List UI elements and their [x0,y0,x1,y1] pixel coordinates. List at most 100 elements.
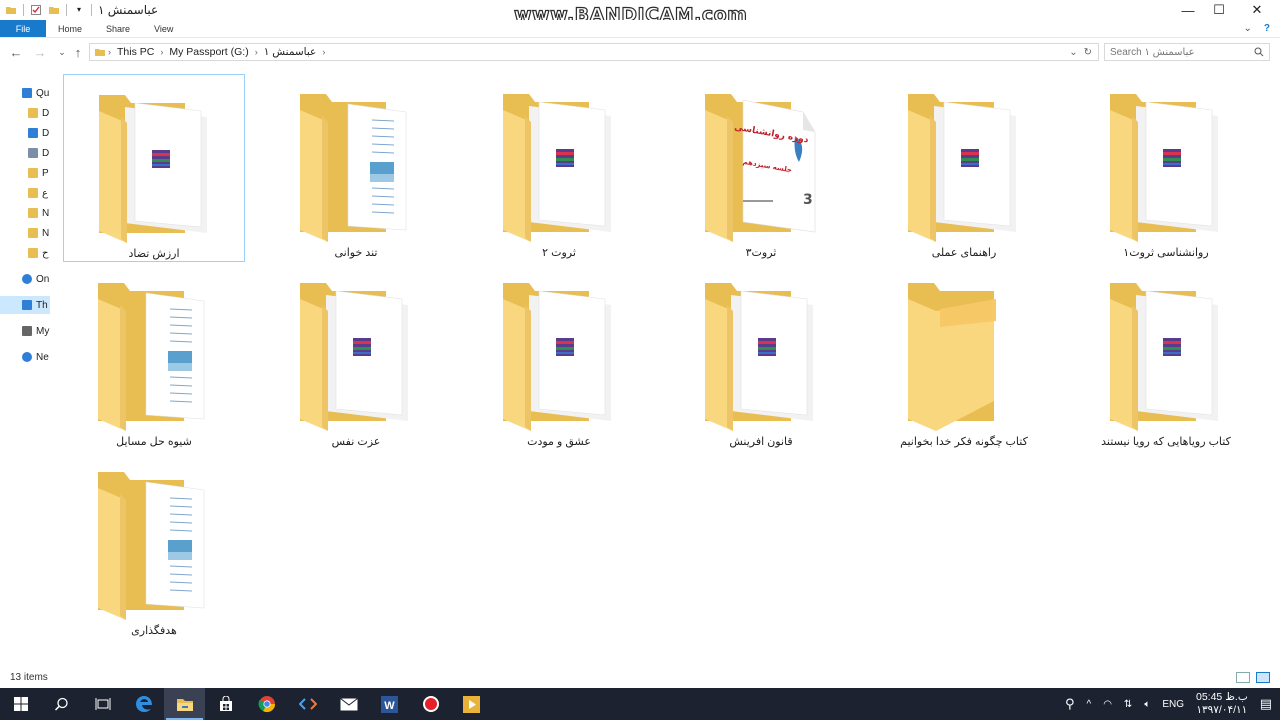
nav-item[interactable]: ع [0,184,50,202]
refresh-icon[interactable]: ↻ [1084,47,1092,58]
folder-icon [28,208,38,218]
tab-view[interactable]: View [142,20,185,37]
large-icons-view-icon[interactable] [1256,671,1270,683]
breadcrumb-current-folder[interactable]: عباسمنش ۱ [264,46,317,58]
folder-item[interactable]: راهنمای عملی [873,74,1055,262]
mail-icon [339,697,358,710]
folder-item[interactable]: قانون افرینش [670,263,852,451]
chevron-right-icon[interactable]: › [255,47,258,57]
toolbar-divider [23,4,24,16]
folder-icon [6,7,16,14]
chevron-right-icon[interactable]: › [322,47,325,57]
customize-dropdown-icon[interactable]: ▾ [73,4,85,16]
folder-name: کتاب رویاهایی که رویا نیستند [1101,436,1231,448]
nav-item[interactable]: D [0,124,50,142]
folder-item[interactable]: تند خوانی [265,74,447,262]
task-view-button[interactable] [82,688,123,720]
expand-ribbon-icon[interactable]: ⌄ [1244,23,1252,34]
tab-file[interactable]: File [0,20,46,37]
address-tail: ⌄ ↻ [1069,47,1098,58]
breadcrumb-drive[interactable]: My Passport (G:) [169,46,248,58]
chevron-up-icon[interactable]: ^ [1086,699,1091,710]
nav-item-label: P [42,167,49,179]
onedrive-icon [22,274,32,284]
details-view-icon[interactable] [1236,671,1250,683]
tab-home[interactable]: Home [46,20,94,37]
nav-item[interactable]: N [0,224,50,242]
taskbar-search-button[interactable] [41,688,82,720]
forward-button[interactable]: → [30,42,50,62]
taskbar-mail[interactable] [328,688,369,720]
back-button[interactable]: ← [6,42,26,62]
edge-icon [135,696,152,712]
item-count: 13 items [10,671,48,683]
nav-item[interactable]: Ne [0,348,50,366]
drive-icon [22,326,32,336]
language-indicator[interactable]: ENG [1162,699,1184,710]
taskbar-file-explorer[interactable] [164,688,205,720]
title-bar: ▾ عباسمنش ۱ www.BANDICAM.com — ☐ ✕ [0,0,1280,27]
nav-item[interactable]: N [0,204,50,222]
nav-item[interactable]: ح [0,244,50,262]
search-icon [54,697,68,711]
folder-item[interactable]: ثروت ۲ [468,74,650,262]
toolbar-divider [91,4,92,16]
breadcrumb-this-pc[interactable]: This PC [117,46,154,58]
folder-item[interactable]: ارزش تضاد [63,74,245,262]
nav-item[interactable]: D [0,104,50,122]
nav-item-label: My [36,325,50,337]
taskbar: W ⚲ ^ ◠ ⇅ 🔈︎ ENG 05:45 ب.ظ ۱۳۹۷/۰۴/۱۱ ▤ [0,688,1280,720]
chevron-right-icon[interactable]: › [160,47,163,57]
new-folder-icon[interactable] [48,4,60,16]
nav-item[interactable]: Qu [0,84,50,102]
record-icon [422,696,439,712]
people-icon[interactable]: ⚲ [1065,696,1075,712]
folder-icon [503,283,611,431]
folder-item[interactable]: عشق و مودت [468,263,650,451]
taskbar-word[interactable]: W [369,688,410,720]
taskbar-code-editor[interactable] [287,688,328,720]
wifi-icon[interactable]: ◠ [1103,699,1112,710]
taskbar-chrome[interactable] [246,688,287,720]
chevron-right-icon[interactable]: › [108,47,111,57]
folder-icon [28,108,38,118]
folder-item[interactable]: هدفگذاری [63,452,245,640]
nav-item[interactable]: P [0,164,50,182]
clock[interactable]: 05:45 ب.ظ ۱۳۹۷/۰۴/۱۱ [1196,691,1248,717]
address-bar[interactable]: › This PC › My Passport (G:) › عباسمنش ۱… [89,43,1099,61]
nav-item[interactable]: Th [0,296,50,314]
taskbar-store[interactable] [205,688,246,720]
folder-icon [28,228,38,238]
nav-item[interactable]: D [0,144,50,162]
notifications-icon[interactable]: ▤ [1260,696,1272,712]
folder-item[interactable]: کتاب چگونه فکر خدا بخوانیم [873,263,1055,451]
properties-icon[interactable] [30,4,42,16]
folder-icon [95,49,105,56]
chevron-down-icon[interactable]: ⌄ [1069,47,1077,58]
network-flow-icon[interactable]: ⇅ [1124,699,1132,710]
taskbar-media-player[interactable] [451,688,492,720]
folder-item[interactable]: شیوه حل مسایل [63,263,245,451]
folder-item[interactable]: کتاب رویاهایی که رویا نیستند [1075,263,1257,451]
taskbar-recorder[interactable] [410,688,451,720]
this-pc-icon [22,300,32,310]
word-icon: W [381,695,398,713]
folder-item[interactable]: دوره روانشناسی جلسه سیزدهم 3 ثروت۳ [670,74,852,262]
download-folder-icon [28,128,38,138]
nav-item[interactable]: On [0,270,50,288]
folder-item[interactable]: روانشناسی ثروت۱ [1075,74,1257,262]
volume-icon[interactable]: 🔈︎ [1144,699,1150,710]
tab-share[interactable]: Share [94,20,142,37]
start-button[interactable] [0,688,41,720]
folder-item[interactable]: عزت نفس [265,263,447,451]
nav-item[interactable]: My [0,322,50,340]
help-icon[interactable]: ? [1264,23,1270,34]
folder-icon: دوره روانشناسیجلسه سیزدهم3 [705,94,816,242]
up-button[interactable]: ↑ [68,42,88,62]
search-input[interactable]: Search عباسمنش ۱ [1104,43,1270,61]
taskbar-edge[interactable] [123,688,164,720]
folder-icon [908,283,996,431]
close-button[interactable]: ✕ [1234,0,1280,20]
nav-item-label: Ne [36,351,49,363]
store-icon [219,696,232,711]
